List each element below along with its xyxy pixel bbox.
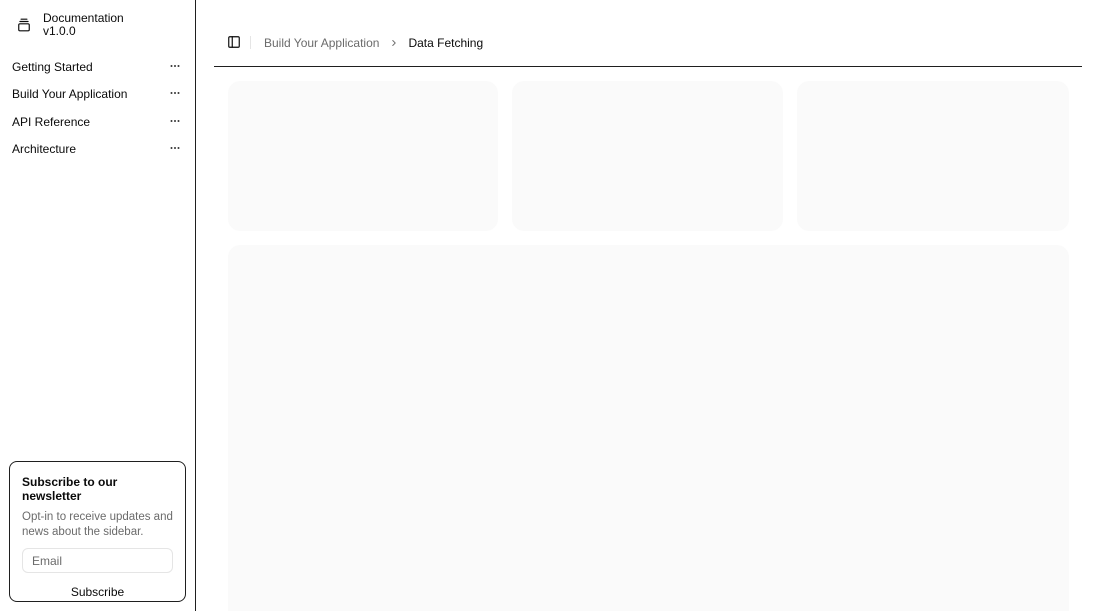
newsletter-description: Opt-in to receive updates and news about… bbox=[22, 511, 173, 538]
sidebar: Documentation v1.0.0 Getting Started Bui… bbox=[0, 0, 196, 611]
page-header: Build Your Application Data Fetching bbox=[214, 0, 1082, 67]
app-root: Documentation v1.0.0 Getting Started Bui… bbox=[0, 0, 1100, 611]
skeleton-card-2 bbox=[512, 81, 783, 231]
sidebar-item-label: Architecture bbox=[12, 142, 77, 157]
ellipsis-icon[interactable] bbox=[168, 142, 182, 156]
newsletter-card: Subscribe to our newsletter Opt-in to re… bbox=[9, 461, 186, 602]
brand-text: Documentation v1.0.0 bbox=[43, 12, 124, 38]
ellipsis-icon[interactable] bbox=[168, 115, 182, 129]
skeleton-card-1 bbox=[228, 81, 498, 231]
brand-switcher[interactable]: Documentation v1.0.0 bbox=[12, 10, 182, 40]
brand-version: v1.0.0 bbox=[43, 24, 76, 38]
ellipsis-icon[interactable] bbox=[168, 87, 182, 101]
sidebar-item-label: API Reference bbox=[12, 114, 91, 129]
sidebar-item-label: Build Your Application bbox=[12, 87, 128, 102]
ellipsis-icon[interactable] bbox=[168, 60, 182, 74]
subscribe-button[interactable]: Subscribe bbox=[22, 579, 173, 604]
skeleton-content-panel bbox=[228, 245, 1069, 611]
skeleton-card-3 bbox=[797, 81, 1069, 231]
sidebar-nav: Getting Started Build Your Application A… bbox=[4, 53, 190, 163]
breadcrumb-link-build-your-application[interactable]: Build Your Application bbox=[264, 36, 379, 50]
breadcrumb-current-page: Data Fetching bbox=[408, 36, 484, 50]
sidebar-item-label: Getting Started bbox=[12, 59, 93, 74]
panel-left-icon[interactable] bbox=[226, 34, 242, 50]
sidebar-item-getting-started[interactable]: Getting Started bbox=[4, 53, 190, 81]
sidebar-item-api-reference[interactable]: API Reference bbox=[4, 108, 190, 136]
breadcrumb: Build Your Application Data Fetching bbox=[264, 36, 483, 50]
header-divider bbox=[250, 36, 251, 49]
chevron-right-icon bbox=[389, 38, 399, 48]
newsletter-title: Subscribe to our newsletter bbox=[22, 475, 118, 503]
sidebar-item-architecture[interactable]: Architecture bbox=[4, 136, 190, 164]
gallery-vertical-end-icon bbox=[12, 13, 36, 37]
sidebar-item-build-your-application[interactable]: Build Your Application bbox=[4, 81, 190, 109]
email-input[interactable] bbox=[22, 548, 173, 573]
